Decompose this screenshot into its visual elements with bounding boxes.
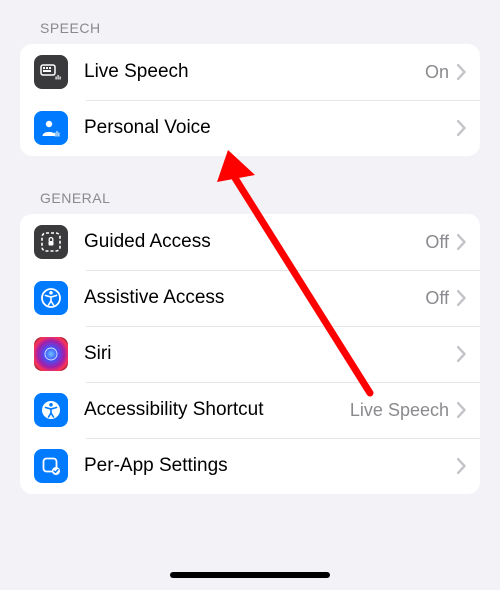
row-siri[interactable]: Siri	[20, 326, 480, 382]
row-label: Guided Access	[84, 231, 425, 253]
home-indicator	[170, 572, 330, 578]
per-app-settings-icon	[34, 449, 68, 483]
row-label: Siri	[84, 343, 449, 365]
row-label: Personal Voice	[84, 117, 449, 139]
row-value: Off	[425, 288, 449, 309]
group-general: Guided Access Off Assistive Access Off S…	[20, 214, 480, 494]
group-speech: Live Speech On Personal Voice	[20, 44, 480, 156]
row-label: Per-App Settings	[84, 455, 449, 477]
row-accessibility-shortcut[interactable]: Accessibility Shortcut Live Speech	[20, 382, 480, 438]
chevron-right-icon	[457, 64, 466, 80]
siri-icon	[34, 337, 68, 371]
row-value: Off	[425, 232, 449, 253]
chevron-right-icon	[457, 234, 466, 250]
assistive-access-icon	[34, 281, 68, 315]
chevron-right-icon	[457, 402, 466, 418]
row-value: Live Speech	[350, 400, 449, 421]
personal-voice-icon	[34, 111, 68, 145]
live-speech-icon	[34, 55, 68, 89]
row-guided-access[interactable]: Guided Access Off	[20, 214, 480, 270]
chevron-right-icon	[457, 290, 466, 306]
row-per-app-settings[interactable]: Per-App Settings	[20, 438, 480, 494]
row-label: Accessibility Shortcut	[84, 399, 350, 421]
row-label: Live Speech	[84, 61, 425, 83]
row-label: Assistive Access	[84, 287, 425, 309]
accessibility-shortcut-icon	[34, 393, 68, 427]
section-header-general: GENERAL	[0, 156, 500, 214]
chevron-right-icon	[457, 458, 466, 474]
row-personal-voice[interactable]: Personal Voice	[20, 100, 480, 156]
row-value: On	[425, 62, 449, 83]
chevron-right-icon	[457, 120, 466, 136]
section-header-speech: SPEECH	[0, 0, 500, 44]
chevron-right-icon	[457, 346, 466, 362]
guided-access-icon	[34, 225, 68, 259]
row-assistive-access[interactable]: Assistive Access Off	[20, 270, 480, 326]
row-live-speech[interactable]: Live Speech On	[20, 44, 480, 100]
